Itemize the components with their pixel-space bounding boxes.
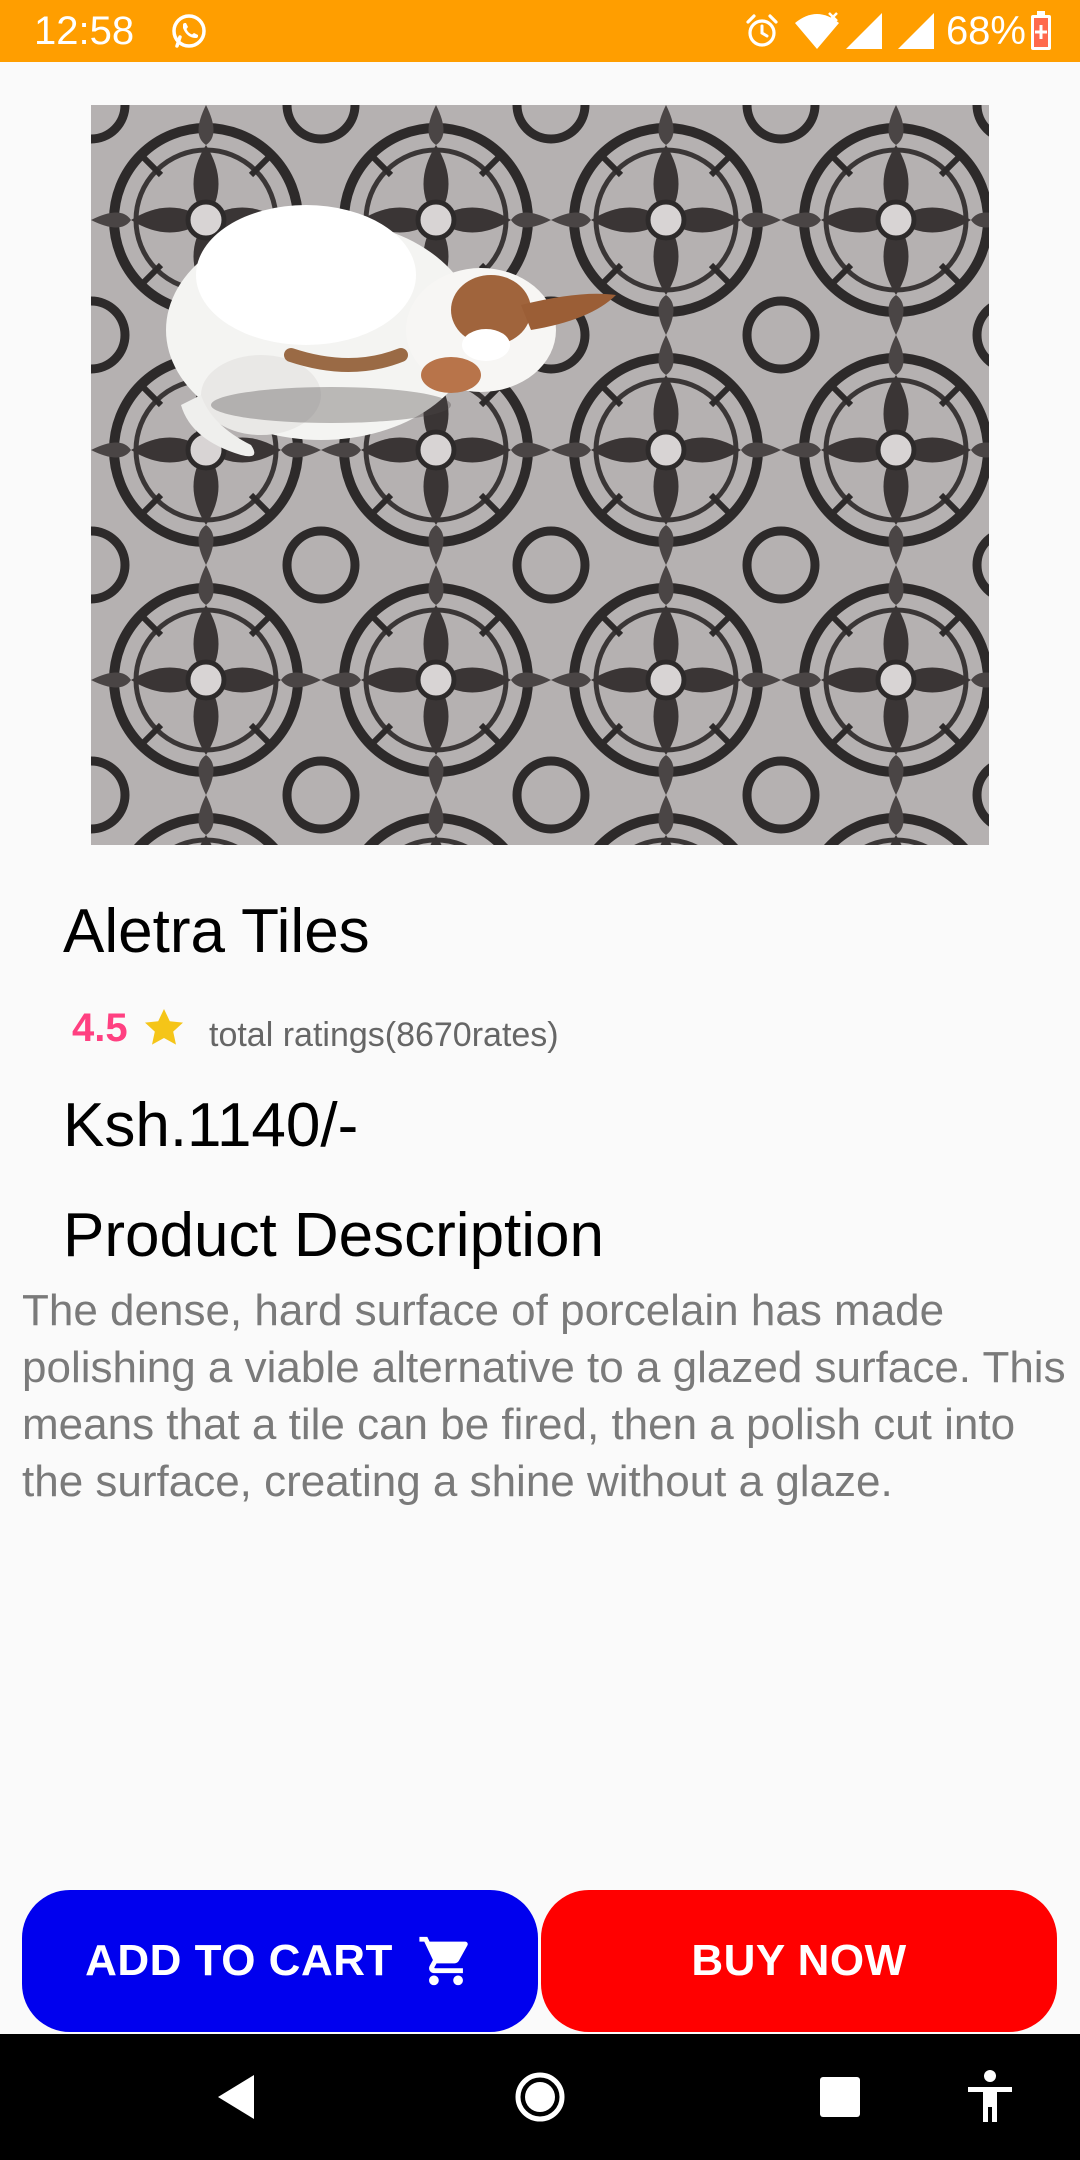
whatsapp-icon xyxy=(170,12,208,50)
rating-total: total ratings(8670rates) xyxy=(209,1016,559,1054)
rating-value: 4.5 xyxy=(72,1006,128,1050)
rating-row: 4.5 total ratings(8670rates) xyxy=(72,1000,972,1060)
product-detail-screen: 12:58 68% Aletra Tiles 4.5 total ratings… xyxy=(0,0,1080,2160)
description-heading: Product Description xyxy=(63,1201,605,1270)
home-icon[interactable] xyxy=(510,2067,570,2127)
add-to-cart-button[interactable]: ADD TO CART xyxy=(22,1890,538,2032)
status-icons: 68% xyxy=(744,8,1052,54)
star-icon xyxy=(140,1004,188,1052)
alarm-icon xyxy=(744,13,780,49)
accessibility-icon[interactable] xyxy=(960,2067,1020,2127)
buy-now-label: BUY NOW xyxy=(691,1936,907,1985)
cart-icon xyxy=(419,1936,468,1986)
navigation-bar xyxy=(0,2034,1080,2160)
signal-icon-2 xyxy=(896,11,936,51)
status-bar: 12:58 68% xyxy=(0,0,1080,62)
product-title: Aletra Tiles xyxy=(63,897,370,966)
signal-icon xyxy=(844,11,884,51)
status-time: 12:58 xyxy=(34,9,135,53)
product-image xyxy=(91,105,989,845)
battery-icon xyxy=(1030,11,1052,51)
add-to-cart-label: ADD TO CART xyxy=(85,1936,393,1985)
wifi-icon xyxy=(794,11,840,51)
buy-now-button[interactable]: BUY NOW xyxy=(541,1890,1057,2032)
recents-icon[interactable] xyxy=(810,2067,870,2127)
back-icon[interactable] xyxy=(208,2067,268,2127)
battery-percentage: 68% xyxy=(945,9,1026,53)
product-price: Ksh.1140/- xyxy=(63,1091,359,1160)
product-description: The dense, hard surface of porcelain has… xyxy=(22,1286,1066,1506)
